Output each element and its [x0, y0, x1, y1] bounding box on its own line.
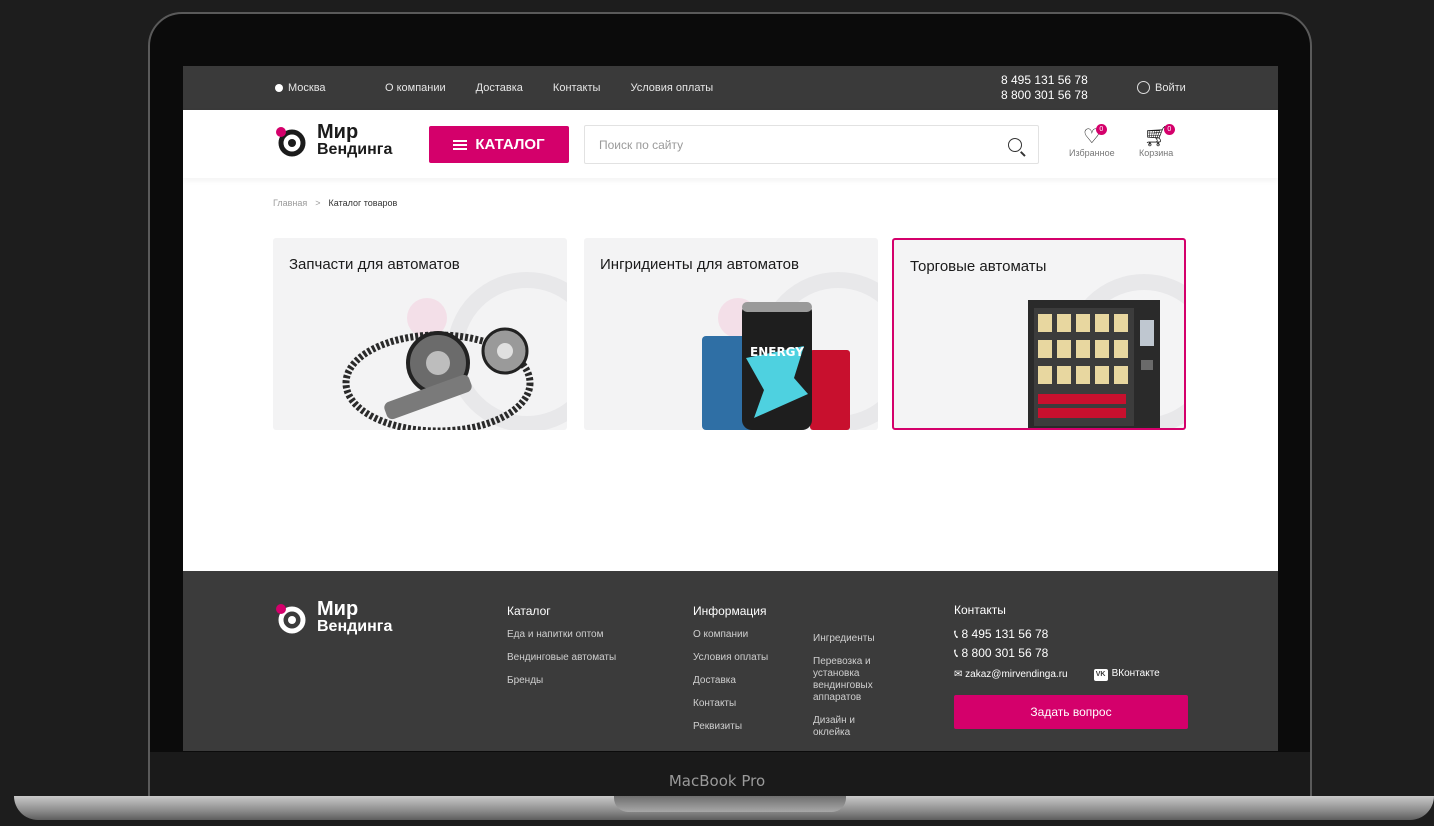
footer-link-about[interactable]: О компании — [693, 623, 768, 646]
top-nav-contacts[interactable]: Контакты — [553, 82, 601, 94]
logo-line1: Мир — [317, 121, 359, 143]
search-box — [584, 125, 1039, 164]
top-bar: Москва О компании Доставка Контакты Усло… — [183, 66, 1278, 110]
top-nav: О компании Доставка Контакты Условия опл… — [385, 82, 713, 94]
category-card-ingredients[interactable]: Ингридиенты для автоматов ENERGY — [584, 238, 878, 430]
breadcrumb-home[interactable]: Главная — [273, 198, 307, 208]
footer-logo-line2: Вендинга — [317, 618, 393, 635]
login-link[interactable]: Войти — [1137, 81, 1186, 94]
favorites-label: Избранное — [1069, 148, 1115, 158]
top-nav-payment[interactable]: Условия оплаты — [630, 82, 713, 94]
footer: Мир Вендинга Каталог Еда и напитки оптом… — [183, 571, 1278, 751]
header-phones: 8 495 131 56 78 8 800 301 56 78 — [1001, 73, 1088, 103]
footer-link-food[interactable]: Еда и напитки оптом — [507, 623, 616, 646]
footer-link-delivery[interactable]: Доставка — [693, 669, 768, 692]
search-input[interactable] — [585, 137, 1008, 152]
menu-icon — [453, 139, 468, 150]
breadcrumb-separator: > — [315, 198, 321, 208]
screen: Москва О компании Доставка Контакты Усло… — [183, 66, 1278, 751]
cart-badge: 0 — [1163, 124, 1175, 135]
footer-contacts: Контакты 📞︎ 8 495 131 56 78 📞︎ 8 800 301… — [954, 603, 1188, 729]
footer-link-contacts[interactable]: Контакты — [693, 692, 768, 715]
footer-logo-line1: Мир — [317, 598, 359, 620]
footer-logo[interactable]: Мир Вендинга — [275, 598, 393, 635]
products-image: ENERGY — [702, 302, 850, 430]
footer-info-heading: Информация — [693, 604, 767, 618]
category-title: Ингридиенты для автоматов — [600, 256, 799, 273]
svg-text:ENERGY: ENERGY — [750, 345, 804, 359]
login-label: Войти — [1155, 81, 1186, 94]
breadcrumb-current: Каталог товаров — [328, 198, 398, 208]
top-nav-about[interactable]: О компании — [385, 82, 446, 94]
logo-line2: Вендинга — [317, 141, 393, 158]
favorites-badge: 0 — [1095, 124, 1107, 135]
city-label: Москва — [288, 82, 326, 94]
category-title: Запчасти для автоматов — [289, 256, 460, 273]
footer-catalog-column: Каталог Еда и напитки оптом Вендинговые … — [507, 603, 616, 692]
cart-icon: 🛒︎ 0 — [1143, 124, 1175, 148]
timing-belt-image — [342, 327, 534, 430]
ask-question-button[interactable]: Задать вопрос — [954, 695, 1188, 729]
footer-info-column: Информация О компании Условия оплаты Дос… — [693, 603, 768, 738]
category-card-vending-machines[interactable]: Торговые автоматы — [892, 238, 1186, 430]
category-card-parts[interactable]: Запчасти для автоматов — [273, 238, 567, 430]
vk-icon: VK — [1093, 669, 1108, 681]
footer-phone-1[interactable]: 📞︎ 8 495 131 56 78 — [954, 625, 1188, 644]
device-label: MacBook Pro — [668, 772, 766, 790]
footer-link-ingredients[interactable]: Ингредиенты — [813, 633, 893, 645]
city-selector[interactable]: Москва — [275, 82, 326, 94]
footer-phone-2-text: 8 800 301 56 78 — [961, 646, 1049, 660]
footer-vk-link[interactable]: VK ВКонтакте — [1093, 668, 1160, 681]
mail-icon: ✉ — [954, 669, 966, 680]
favorites-button[interactable]: ♡ 0 Избранное — [1069, 124, 1115, 158]
footer-link-brands[interactable]: Бренды — [507, 669, 616, 692]
category-title: Торговые автоматы — [910, 258, 1047, 275]
laptop-notch — [614, 796, 846, 812]
logo-icon — [276, 127, 306, 157]
footer-email[interactable]: ✉ zakaz@mirvendinga.ru — [954, 669, 1068, 680]
catalog-button-label: КАТАЛОГ — [475, 136, 545, 153]
footer-link-machines[interactable]: Вендинговые автоматы — [507, 646, 616, 669]
catalog-button[interactable]: КАТАЛОГ — [429, 126, 569, 163]
footer-phone-2[interactable]: 📞︎ 8 800 301 56 78 — [954, 644, 1188, 663]
footer-link-design[interactable]: Дизайн и оклейка — [813, 715, 893, 739]
logo-icon — [276, 604, 306, 634]
footer-phone-1-text: 8 495 131 56 78 — [961, 627, 1049, 641]
phone-icon: 📞︎ — [954, 646, 962, 660]
user-icon — [1137, 81, 1150, 94]
vending-machine-image — [1028, 300, 1160, 428]
breadcrumb: Главная > Каталог товаров — [273, 198, 397, 208]
footer-link-payment[interactable]: Условия оплаты — [693, 646, 768, 669]
footer-catalog-heading: Каталог — [507, 604, 551, 618]
footer-contacts-heading: Контакты — [954, 603, 1006, 617]
footer-vk-text: ВКонтакте — [1111, 668, 1160, 679]
logo[interactable]: Мир Вендинга — [275, 121, 393, 158]
location-pin-icon — [275, 84, 283, 92]
cart-label: Корзина — [1139, 148, 1174, 158]
phone-icon: 📞︎ — [954, 627, 962, 641]
footer-email-text: zakaz@mirvendinga.ru — [965, 669, 1068, 680]
phone-2[interactable]: 8 800 301 56 78 — [1001, 88, 1088, 103]
heart-icon: ♡ 0 — [1083, 124, 1107, 148]
footer-link-installation[interactable]: Перевозка и установка вендинговых аппара… — [813, 656, 893, 704]
top-nav-delivery[interactable]: Доставка — [476, 82, 523, 94]
footer-link-requisites[interactable]: Реквизиты — [693, 715, 768, 738]
phone-1[interactable]: 8 495 131 56 78 — [1001, 73, 1088, 88]
main-header: Мир Вендинга КАТАЛОГ ♡0 Избранное 🛒︎0 Ко… — [183, 110, 1278, 178]
footer-info-column-2: Ингредиенты Перевозка и установка вендин… — [813, 633, 893, 750]
search-icon[interactable] — [1008, 137, 1022, 152]
cart-button[interactable]: 🛒︎ 0 Корзина — [1139, 124, 1175, 158]
